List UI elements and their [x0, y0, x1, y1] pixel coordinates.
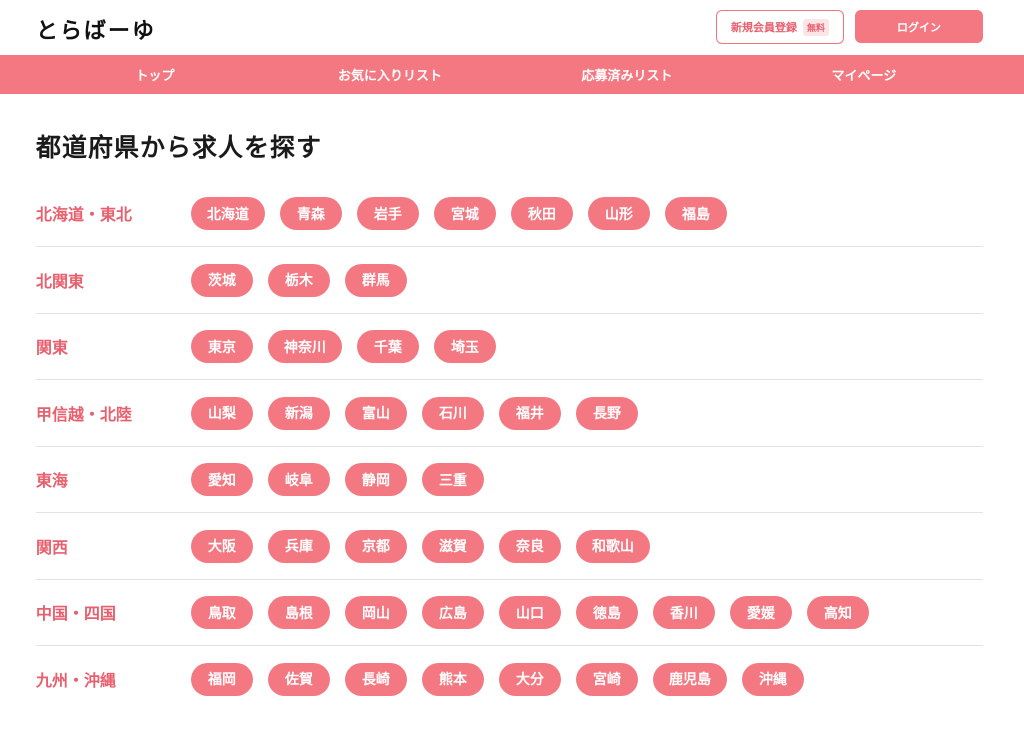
prefecture-button[interactable]: 京都: [345, 529, 407, 563]
prefecture-button[interactable]: 岡山: [345, 596, 407, 629]
site-logo[interactable]: とらばーゆ: [36, 13, 156, 45]
prefecture-button[interactable]: 山口: [499, 596, 561, 629]
prefecture-button[interactable]: 山梨: [191, 396, 253, 430]
prefecture-button[interactable]: 山形: [588, 197, 650, 230]
nav-item-favorites[interactable]: お気に入りリスト: [275, 55, 505, 94]
region-name: 甲信越・北陸: [36, 404, 133, 424]
prefecture-button[interactable]: 奈良: [499, 529, 561, 563]
prefecture-button[interactable]: 岐阜: [268, 463, 330, 496]
prefecture-button[interactable]: 兵庫: [268, 529, 330, 563]
prefecture-button[interactable]: 岩手: [357, 197, 419, 230]
prefecture-button[interactable]: 宮崎: [576, 662, 638, 696]
prefecture-button[interactable]: 佐賀: [268, 662, 330, 696]
region-row: 北海道・東北 北海道 青森 岩手 宮城 秋田 山形 福島: [36, 180, 983, 247]
login-button[interactable]: ログイン: [855, 10, 983, 43]
prefecture-button[interactable]: 広島: [422, 596, 484, 629]
prefecture-button[interactable]: 石川: [422, 396, 484, 430]
prefecture-list: 東京 神奈川 千葉 埼玉: [191, 330, 496, 363]
prefecture-button[interactable]: 宮城: [434, 197, 496, 230]
prefecture-list: 山梨 新潟 富山 石川 福井 長野: [191, 396, 638, 430]
prefecture-button[interactable]: 静岡: [345, 463, 407, 496]
prefecture-button[interactable]: 北海道: [191, 197, 265, 230]
region-name: 関東: [36, 338, 69, 357]
region-row: 関西 大阪 兵庫 京都 滋賀 奈良 和歌山: [36, 513, 983, 580]
prefecture-button[interactable]: 群馬: [345, 263, 407, 297]
prefecture-list: 北海道 青森 岩手 宮城 秋田 山形 福島: [191, 197, 727, 230]
prefecture-button[interactable]: 愛知: [191, 463, 253, 496]
prefecture-button[interactable]: 長野: [576, 396, 638, 430]
prefecture-list: 大阪 兵庫 京都 滋賀 奈良 和歌山: [191, 529, 650, 563]
region-name: 関西: [36, 537, 69, 557]
page-title: 都道府県から求人を探す: [36, 133, 323, 162]
region-name: 東海: [36, 471, 69, 490]
region-name: 北関東: [36, 271, 85, 291]
region-row: 九州・沖縄 福岡 佐賀 長崎 熊本 大分 宮崎 鹿児島 沖縄: [36, 646, 983, 713]
region-name: 中国・四国: [36, 604, 117, 623]
prefecture-button[interactable]: 青森: [280, 197, 342, 230]
prefecture-button[interactable]: 新潟: [268, 396, 330, 430]
nav-item-applied[interactable]: 応募済みリスト: [512, 55, 742, 94]
prefecture-button[interactable]: 大阪: [191, 529, 253, 563]
nav-item-mypage[interactable]: マイページ: [749, 55, 979, 94]
region-row: 北関東 茨城 栃木 群馬: [36, 247, 983, 314]
region-name: 九州・沖縄: [36, 670, 117, 690]
region-row: 東海 愛知 岐阜 静岡 三重: [36, 446, 983, 513]
prefecture-button[interactable]: 福井: [499, 396, 561, 430]
prefecture-list: 茨城 栃木 群馬: [191, 263, 407, 297]
prefecture-button[interactable]: 島根: [268, 596, 330, 629]
prefecture-button[interactable]: 熊本: [422, 662, 484, 696]
prefecture-button[interactable]: 鹿児島: [653, 662, 727, 696]
prefecture-button[interactable]: 高知: [807, 596, 869, 629]
region-row: 甲信越・北陸 山梨 新潟 富山 石川 福井 長野: [36, 380, 983, 447]
site-header: とらばーゆ 新規会員登録 無料 ログイン: [0, 0, 1024, 55]
prefecture-list: 愛知 岐阜 静岡 三重: [191, 463, 484, 496]
prefecture-button[interactable]: 香川: [653, 596, 715, 629]
prefecture-button[interactable]: 東京: [191, 330, 253, 363]
prefecture-button[interactable]: 栃木: [268, 263, 330, 297]
prefecture-button[interactable]: 大分: [499, 662, 561, 696]
register-button[interactable]: 新規会員登録 無料: [716, 10, 844, 44]
prefecture-button[interactable]: 三重: [422, 463, 484, 496]
prefecture-button[interactable]: 埼玉: [434, 330, 496, 363]
prefecture-button[interactable]: 富山: [345, 396, 407, 430]
prefecture-button[interactable]: 滋賀: [422, 529, 484, 563]
region-row: 中国・四国 鳥取 島根 岡山 広島 山口 徳島 香川 愛媛 高知: [36, 579, 983, 646]
prefecture-button[interactable]: 茨城: [191, 263, 253, 297]
prefecture-button[interactable]: 長崎: [345, 662, 407, 696]
nav-item-top[interactable]: トップ: [40, 55, 270, 94]
prefecture-button[interactable]: 和歌山: [576, 529, 650, 563]
prefecture-button[interactable]: 福岡: [191, 662, 253, 696]
main-nav: トップ お気に入りリスト 応募済みリスト マイページ: [0, 55, 1024, 94]
prefecture-button[interactable]: 沖縄: [742, 662, 804, 696]
region-name: 北海道・東北: [36, 205, 133, 224]
prefecture-button[interactable]: 愛媛: [730, 596, 792, 629]
prefecture-button[interactable]: 神奈川: [268, 330, 342, 363]
prefecture-button[interactable]: 福島: [665, 197, 727, 230]
prefecture-list: 鳥取 島根 岡山 広島 山口 徳島 香川 愛媛 高知: [191, 596, 869, 629]
prefecture-list: 福岡 佐賀 長崎 熊本 大分 宮崎 鹿児島 沖縄: [191, 662, 804, 696]
prefecture-button[interactable]: 秋田: [511, 197, 573, 230]
prefecture-button[interactable]: 千葉: [357, 330, 419, 363]
prefecture-button[interactable]: 徳島: [576, 596, 638, 629]
prefecture-button[interactable]: 鳥取: [191, 596, 253, 629]
region-row: 関東 東京 神奈川 千葉 埼玉: [36, 313, 983, 380]
free-badge: 無料: [802, 18, 829, 36]
register-button-label: 新規会員登録: [730, 21, 797, 34]
